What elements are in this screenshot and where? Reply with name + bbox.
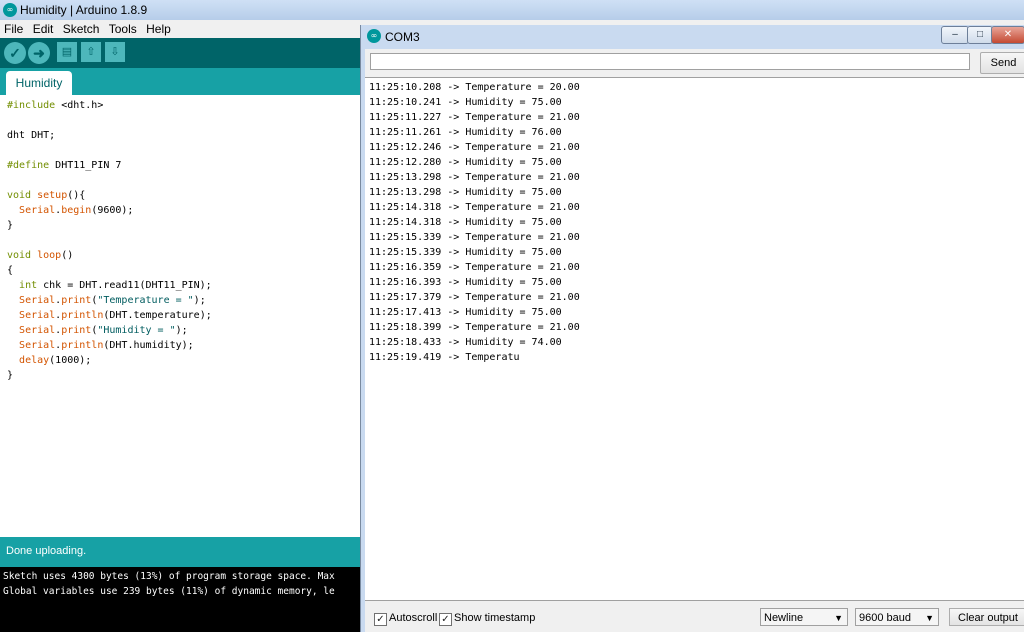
serial-send-input[interactable] (370, 53, 970, 70)
baud-rate-value: 9600 baud (859, 612, 911, 624)
code-line: dht DHT; (7, 130, 56, 141)
serial-line: 11:25:10.208 -> Temperature = 20.00 (369, 82, 580, 93)
code-line: Serial.print("Temperature = "); (19, 295, 206, 306)
arduino-logo-icon: ∞ (3, 3, 17, 17)
tab-humidity[interactable]: Humidity (6, 71, 72, 95)
ide-window-title: Humidity | Arduino 1.8.9 (20, 3, 148, 17)
clear-output-button[interactable]: Clear output (949, 608, 1024, 626)
send-button[interactable]: Send (980, 52, 1024, 74)
chevron-down-icon: ▼ (834, 613, 843, 623)
ide-titlebar: ∞ Humidity | Arduino 1.8.9 (0, 0, 1024, 20)
code-line: Serial.print("Humidity = "); (19, 325, 188, 336)
code-line: } (7, 370, 14, 381)
new-sketch-icon[interactable]: ▤ (57, 42, 77, 62)
code-token: dht.h (67, 100, 98, 111)
serial-line: 11:25:18.399 -> Temperature = 21.00 (369, 322, 580, 333)
code-editor[interactable]: #include <dht.h> dht DHT; #define DHT11_… (0, 95, 360, 535)
code-line: { (7, 265, 14, 276)
console-output[interactable]: Sketch uses 4300 bytes (13%) of program … (0, 567, 360, 632)
serial-line: 11:25:16.393 -> Humidity = 75.00 (369, 277, 562, 288)
console-line: Global variables use 239 bytes (11%) of … (3, 586, 335, 597)
line-ending-select[interactable]: Newline ▼ (760, 608, 848, 626)
menu-sketch[interactable]: Sketch (63, 20, 100, 38)
serial-body: Send 11:25:10.208 -> Temperature = 20.00… (365, 49, 1024, 632)
menu-tools[interactable]: Tools (109, 20, 137, 38)
verify-icon[interactable]: ✓ (4, 42, 26, 64)
menu-help[interactable]: Help (146, 20, 171, 38)
serial-titlebar: ∞ COM3 – □ ✕ (361, 25, 1024, 47)
code-line: } (7, 220, 14, 231)
serial-line: 11:25:15.339 -> Temperature = 21.00 (369, 232, 580, 243)
status-bar: Done uploading. (0, 537, 360, 567)
line-ending-value: Newline (764, 612, 804, 624)
serial-line: 11:25:12.280 -> Humidity = 75.00 (369, 157, 562, 168)
serial-window-title: COM3 (385, 30, 420, 44)
serial-line: 11:25:13.298 -> Temperature = 21.00 (369, 172, 580, 183)
autoscroll-checkbox[interactable]: ✓ (374, 613, 387, 626)
serial-monitor-window: ∞ COM3 – □ ✕ Send 11:25:10.208 -> Temper… (360, 25, 1024, 632)
serial-bottom-bar: ✓ Autoscroll ✓ Show timestamp Newline ▼ … (365, 606, 1024, 632)
menu-edit[interactable]: Edit (33, 20, 54, 38)
serial-line: 11:25:17.413 -> Humidity = 75.00 (369, 307, 562, 318)
code-line: void loop() (7, 250, 74, 261)
serial-line: 11:25:14.318 -> Temperature = 21.00 (369, 202, 580, 213)
code-line: delay(1000); (19, 355, 92, 366)
open-sketch-icon[interactable]: ⇧ (81, 42, 101, 62)
serial-line: 11:25:11.261 -> Humidity = 76.00 (369, 127, 562, 138)
save-sketch-icon[interactable]: ⇩ (105, 42, 125, 62)
serial-line: 11:25:15.339 -> Humidity = 75.00 (369, 247, 562, 258)
serial-line: 11:25:19.419 -> Temperatu (369, 352, 520, 363)
show-timestamp-label: Show timestamp (454, 612, 536, 624)
show-timestamp-checkbox[interactable]: ✓ (439, 613, 452, 626)
serial-line: 11:25:13.298 -> Humidity = 75.00 (369, 187, 562, 198)
serial-line: 11:25:17.379 -> Temperature = 21.00 (369, 292, 580, 303)
maximize-icon[interactable]: □ (967, 26, 993, 44)
code-line: #include <dht.h> (7, 100, 104, 111)
arduino-logo-icon: ∞ (367, 29, 381, 43)
baud-rate-select[interactable]: 9600 baud ▼ (855, 608, 939, 626)
menu-file[interactable]: File (4, 20, 23, 38)
chevron-down-icon: ▼ (925, 613, 934, 623)
serial-line: 11:25:18.433 -> Humidity = 74.00 (369, 337, 562, 348)
code-line: Serial.begin(9600); (19, 205, 134, 216)
serial-line: 11:25:10.241 -> Humidity = 75.00 (369, 97, 562, 108)
code-line: void setup(){ (7, 190, 86, 201)
serial-line: 11:25:16.359 -> Temperature = 21.00 (369, 262, 580, 273)
code-line: Serial.println(DHT.temperature); (19, 310, 212, 321)
serial-line: 11:25:11.227 -> Temperature = 21.00 (369, 112, 580, 123)
code-line: #define DHT11_PIN 7 (7, 160, 122, 171)
close-icon[interactable]: ✕ (991, 26, 1024, 44)
serial-line: 11:25:12.246 -> Temperature = 21.00 (369, 142, 580, 153)
upload-icon[interactable]: ➜ (28, 42, 50, 64)
serial-output[interactable]: 11:25:10.208 -> Temperature = 20.00 11:2… (365, 77, 1024, 601)
console-line: Sketch uses 4300 bytes (13%) of program … (3, 571, 335, 582)
minimize-icon[interactable]: – (941, 26, 969, 44)
serial-line: 11:25:14.318 -> Humidity = 75.00 (369, 217, 562, 228)
code-line: Serial.println(DHT.humidity); (19, 340, 194, 351)
code-line: int chk = DHT.read11(DHT11_PIN); (19, 280, 212, 291)
status-text: Done uploading. (6, 545, 87, 557)
autoscroll-label: Autoscroll (389, 612, 438, 624)
